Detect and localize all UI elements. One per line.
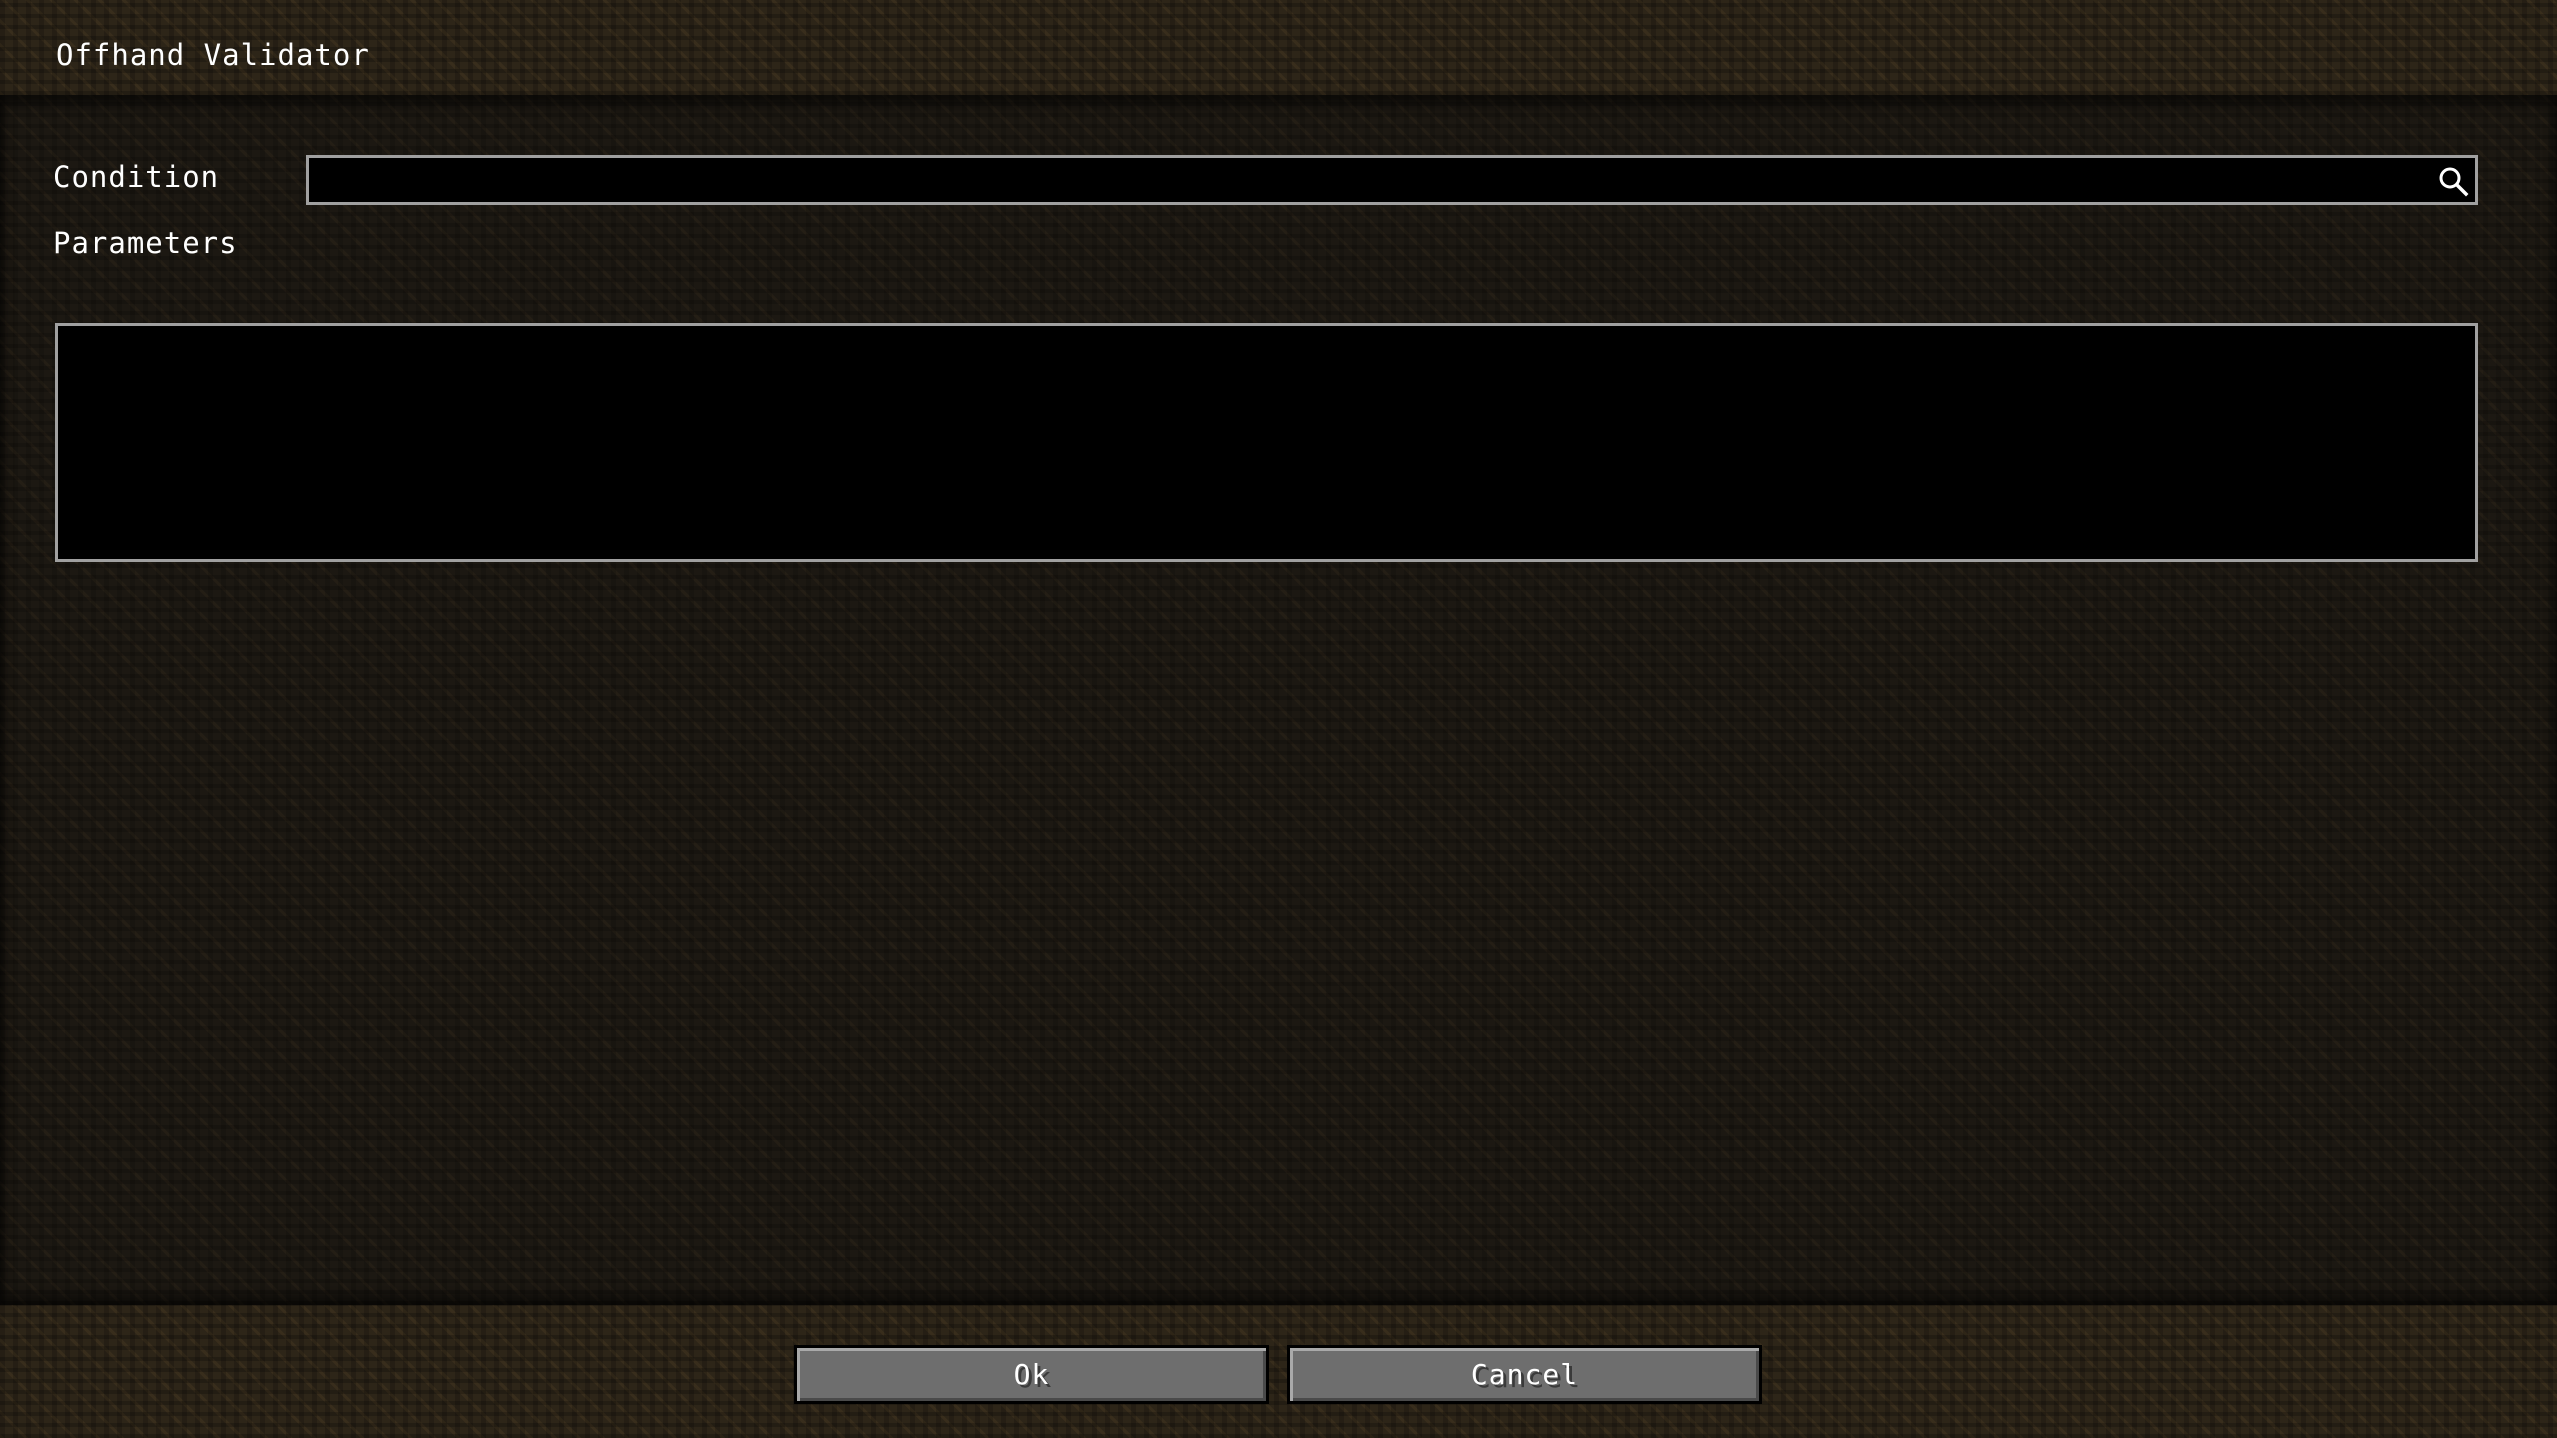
header-bar: Offhand Validator bbox=[0, 0, 2557, 95]
footer-bar bbox=[0, 1305, 2557, 1438]
window-title: Offhand Validator bbox=[56, 38, 370, 72]
condition-input[interactable] bbox=[319, 158, 2419, 202]
condition-label: Condition bbox=[53, 160, 220, 194]
content-area bbox=[0, 95, 2557, 1305]
search-icon[interactable] bbox=[2437, 165, 2469, 197]
condition-search-field[interactable] bbox=[306, 155, 2478, 205]
cancel-button[interactable]: Cancel bbox=[1287, 1345, 1762, 1404]
validator-screen: Offhand Validator Condition Parameters O… bbox=[0, 0, 2557, 1438]
ok-button[interactable]: Ok bbox=[794, 1345, 1269, 1404]
parameters-label: Parameters bbox=[53, 226, 238, 260]
parameters-panel bbox=[55, 323, 2478, 562]
